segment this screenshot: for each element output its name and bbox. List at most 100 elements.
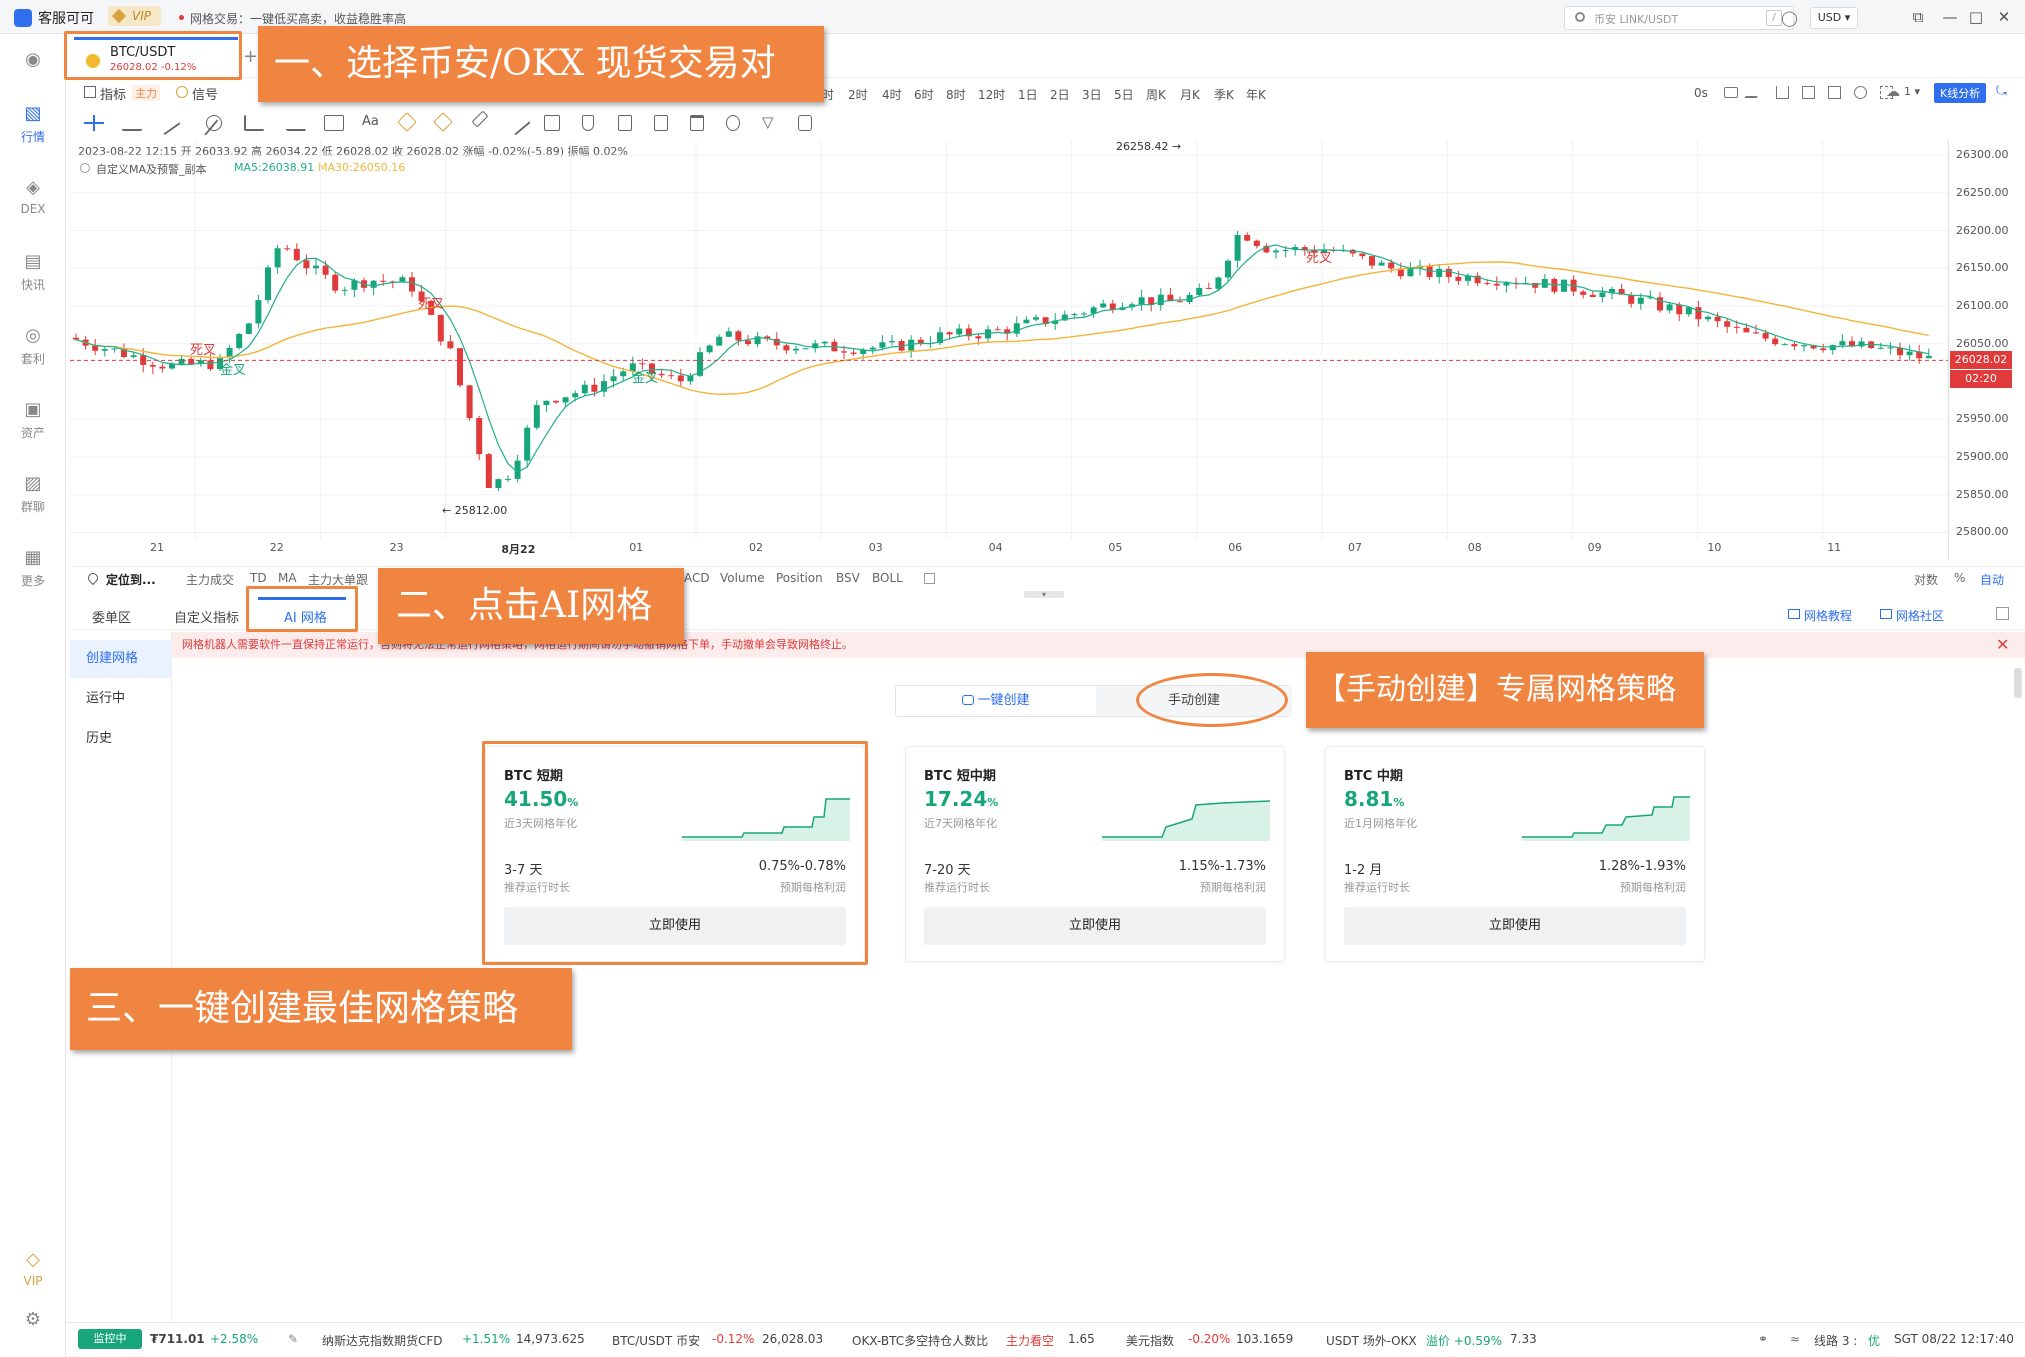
- ind-item[interactable]: TD: [250, 571, 267, 585]
- ticker-name[interactable]: OKX-BTC多空持仓人数比: [852, 1332, 988, 1349]
- expand-panel-icon[interactable]: [1996, 607, 2009, 620]
- nav-more[interactable]: ▦ 更多: [0, 548, 66, 589]
- ind-item[interactable]: 主力成交: [186, 571, 234, 588]
- subnav-history[interactable]: 历史: [70, 720, 172, 758]
- grid-tutorial-link[interactable]: 网格教程: [1804, 607, 1852, 624]
- ind-item[interactable]: Volume: [720, 571, 765, 585]
- circle-tool-icon[interactable]: [206, 115, 222, 131]
- lock-icon[interactable]: [582, 115, 594, 131]
- tf-item[interactable]: 12时: [978, 86, 1005, 103]
- auto-scale-toggle[interactable]: 自动: [1980, 571, 2004, 588]
- strategy-card-short-mid[interactable]: BTC 短中期 17.24% 近7天网格年化 7-20 天 推荐运行时长 1.1…: [905, 746, 1285, 962]
- subnav-create-grid[interactable]: 创建网格: [70, 640, 172, 678]
- share-icon[interactable]: ⤿: [1996, 84, 2007, 99]
- horizontal-line-icon[interactable]: [122, 115, 142, 131]
- text-tool[interactable]: Aa: [362, 114, 379, 129]
- eraser-icon[interactable]: [726, 115, 740, 131]
- grid-community-link[interactable]: 网格社区: [1896, 607, 1944, 624]
- notice-text[interactable]: 网格交易：一键低买高卖，收益稳胜率高: [190, 10, 406, 27]
- chart-settings-icon[interactable]: [1854, 86, 1867, 99]
- tf-item[interactable]: 8时: [946, 86, 966, 103]
- tf-item[interactable]: 5日: [1114, 86, 1134, 103]
- signal-button[interactable]: 信号: [192, 84, 218, 103]
- ticker-name[interactable]: 纳斯达克指数期货CFD: [322, 1332, 443, 1349]
- minimize-icon[interactable]: —: [1940, 8, 1960, 26]
- tf-item[interactable]: 6时: [914, 86, 934, 103]
- ind-item[interactable]: ACD: [684, 571, 710, 585]
- add-tab-icon[interactable]: +: [243, 46, 258, 67]
- nav-market[interactable]: ▧ 行情: [0, 104, 66, 145]
- rectangle-tool-icon[interactable]: [324, 115, 344, 131]
- crosshair-icon[interactable]: [84, 115, 104, 131]
- popout-icon[interactable]: ⧉: [1908, 8, 1928, 26]
- tab-orders[interactable]: 委单区: [92, 607, 131, 626]
- close-warning-icon[interactable]: ✕: [1996, 635, 2009, 654]
- countdown-setting[interactable]: 0s: [1694, 86, 1708, 100]
- ind-item[interactable]: MA: [278, 571, 297, 585]
- candle-pattern-icon[interactable]: [544, 115, 560, 131]
- ticker-name[interactable]: BTC/USDT 币安: [612, 1332, 700, 1349]
- trend-line-icon[interactable]: [155, 110, 181, 136]
- side-scroll-handle[interactable]: [2014, 668, 2022, 698]
- wave-icon[interactable]: [277, 115, 307, 131]
- brush-icon[interactable]: [505, 110, 531, 136]
- nav-globe[interactable]: ◉: [0, 50, 66, 74]
- monitor-badge[interactable]: 监控中: [78, 1329, 142, 1349]
- indicator-button[interactable]: 指标: [100, 84, 126, 103]
- strategy-card-mid[interactable]: BTC 中期 8.81% 近1月网格年化 1-2 月 推荐运行时长 1.28%-…: [1325, 746, 1705, 962]
- undo-icon[interactable]: [798, 115, 812, 131]
- tf-item[interactable]: 3日: [1082, 86, 1102, 103]
- tf-item[interactable]: 2时: [848, 86, 868, 103]
- filter-icon[interactable]: ▽: [762, 113, 774, 131]
- edit-indicators-icon[interactable]: [924, 573, 935, 584]
- cloud-icon[interactable]: ☁: [1886, 84, 1900, 100]
- k-analysis-button[interactable]: K线分析: [1934, 83, 1987, 103]
- nav-arbitrage[interactable]: ◎ 套利: [0, 326, 66, 367]
- trash-icon[interactable]: [690, 115, 704, 131]
- edit-icon[interactable]: [654, 115, 668, 131]
- copy-icon[interactable]: [618, 115, 632, 131]
- percent-scale-toggle[interactable]: %: [1954, 571, 1965, 585]
- tf-item[interactable]: 4时: [882, 86, 902, 103]
- ticker-name[interactable]: 美元指数: [1126, 1332, 1174, 1349]
- magnet-icon[interactable]: [397, 112, 417, 132]
- maximize-icon[interactable]: □: [1966, 8, 1986, 26]
- network-line[interactable]: 线路 3 :: [1814, 1332, 1857, 1349]
- fib-icon[interactable]: [244, 115, 264, 131]
- template-icon[interactable]: [1802, 86, 1815, 99]
- currency-select[interactable]: USD ▾: [1810, 7, 1858, 29]
- log-scale-toggle[interactable]: 对数: [1914, 571, 1938, 588]
- use-now-button[interactable]: 立即使用: [1344, 907, 1686, 945]
- ruler-icon[interactable]: [471, 110, 489, 128]
- ticker-name[interactable]: USDT 场外-OKX: [1326, 1332, 1417, 1349]
- headset-icon[interactable]: ⚭: [1758, 1332, 1768, 1346]
- nav-settings[interactable]: ⚙: [0, 1310, 66, 1334]
- ind-item[interactable]: BOLL: [872, 571, 903, 585]
- use-now-button[interactable]: 立即使用: [924, 907, 1266, 945]
- layout-icon[interactable]: [1776, 86, 1789, 99]
- candlestick-chart[interactable]: 26258.42 →← 25812.00死叉金叉死叉金叉死叉: [70, 140, 1948, 560]
- nav-vip[interactable]: ◇ VIP: [0, 1250, 66, 1289]
- layout-count[interactable]: 1 ▾: [1904, 85, 1920, 98]
- tf-item[interactable]: 月K: [1180, 86, 1200, 103]
- ind-item[interactable]: BSV: [836, 571, 860, 585]
- tf-item[interactable]: 周K: [1146, 86, 1166, 103]
- ind-item[interactable]: Position: [776, 571, 823, 585]
- tf-item[interactable]: 年K: [1246, 86, 1266, 103]
- pen-icon[interactable]: ✎: [288, 1332, 298, 1346]
- nav-news[interactable]: ▤ 快讯: [0, 252, 66, 293]
- bell-icon[interactable]: ◯: [1781, 9, 1799, 27]
- tf-item[interactable]: 季K: [1214, 86, 1234, 103]
- magnet-strong-icon[interactable]: [433, 112, 453, 132]
- indicator-settings-icon[interactable]: [1828, 86, 1841, 99]
- nav-dex[interactable]: ◈ DEX: [0, 178, 66, 217]
- nav-assets[interactable]: ▣ 资产: [0, 400, 66, 441]
- tf-item[interactable]: 2日: [1050, 86, 1070, 103]
- one-click-create-tab[interactable]: 一键创建: [896, 686, 1096, 716]
- tab-custom-indicators[interactable]: 自定义指标: [174, 607, 239, 626]
- subnav-running[interactable]: 运行中: [70, 680, 172, 718]
- locate-button[interactable]: 定位到...: [106, 571, 156, 588]
- close-icon[interactable]: ✕: [1994, 8, 2014, 26]
- nav-chat[interactable]: ▨ 群聊: [0, 474, 66, 515]
- camera-icon[interactable]: [1724, 87, 1738, 98]
